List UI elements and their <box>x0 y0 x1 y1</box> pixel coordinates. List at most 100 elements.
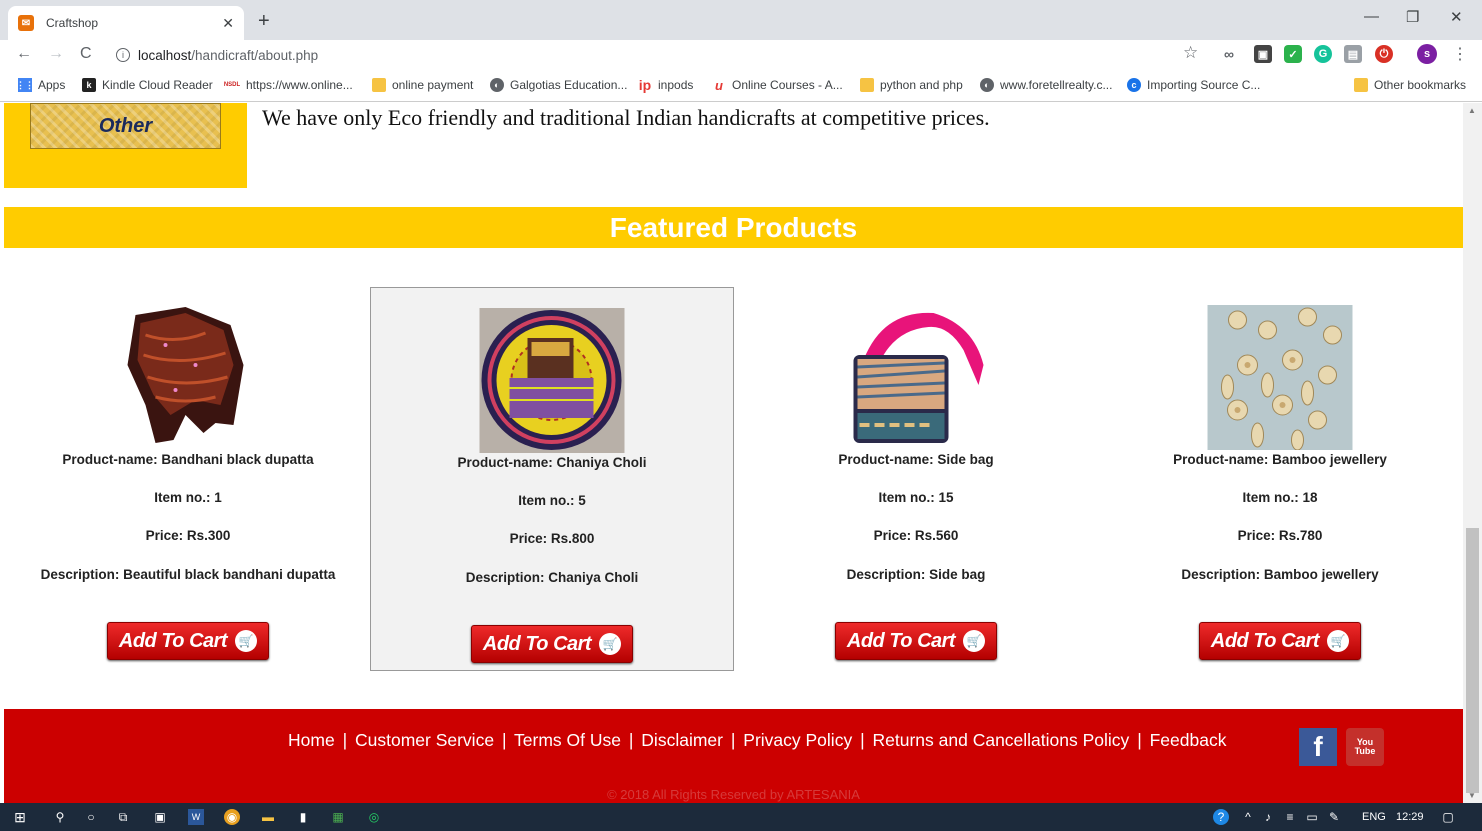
scrollbar-thumb[interactable] <box>1466 528 1479 793</box>
udemy-icon: u <box>715 77 723 93</box>
forward-icon[interactable]: → <box>48 45 64 63</box>
word-icon[interactable]: W <box>188 809 204 825</box>
site-info-icon[interactable]: i <box>116 48 130 62</box>
scroll-down-icon[interactable]: ▼ <box>1468 791 1476 800</box>
bookmark-galgotias[interactable]: ◐ Galgotias Education... <box>490 78 627 92</box>
product-description: Description: Chaniya Choli <box>465 570 639 585</box>
footer-link-customer-service[interactable]: Customer Service <box>355 730 494 750</box>
new-tab-icon[interactable]: + <box>258 10 270 33</box>
footer-link-terms[interactable]: Terms Of Use <box>514 730 621 750</box>
chrome-taskbar-icon[interactable]: ◉ <box>224 809 240 825</box>
windows-start-icon[interactable]: ⊞ <box>12 809 28 825</box>
product-image-bamboo-jewellery[interactable] <box>1207 305 1353 451</box>
search-icon[interactable]: ⚲ <box>52 809 68 825</box>
add-to-cart-button[interactable]: Add To Cart 🛒 <box>1199 622 1361 660</box>
notepad-icon[interactable]: ▮ <box>295 809 311 825</box>
browser-tab[interactable]: ✉ Craftshop ✕ <box>8 6 244 40</box>
back-icon[interactable]: ← <box>16 45 32 63</box>
cart-icon: 🛒 <box>235 630 258 652</box>
battery-icon[interactable]: ▭ <box>1304 809 1320 825</box>
photos-icon[interactable]: ▦ <box>330 809 346 825</box>
bookmark-python-php[interactable]: python and php <box>860 78 963 92</box>
product-description: Description: Side bag <box>846 567 986 582</box>
add-to-cart-button[interactable]: Add To Cart 🛒 <box>835 622 997 660</box>
bookmark-importing-source[interactable]: c Importing Source C... <box>1127 78 1260 92</box>
extension-box-icon[interactable]: ▣ <box>1254 45 1272 63</box>
restore-icon[interactable]: ❐ <box>1406 8 1419 26</box>
bookmark-star-icon[interactable]: ☆ <box>1183 43 1198 63</box>
category-other-button[interactable]: Other <box>30 103 221 149</box>
file-explorer-icon[interactable]: ▬ <box>260 809 276 825</box>
add-to-cart-button[interactable]: Add To Cart 🛒 <box>471 625 633 663</box>
bookmark-online-payment[interactable]: online payment <box>372 78 473 92</box>
extension-doc-icon[interactable]: ▤ <box>1344 45 1362 63</box>
close-tab-icon[interactable]: ✕ <box>222 15 234 32</box>
tray-chevron-icon[interactable]: ^ <box>1240 809 1256 825</box>
doc-icon: c <box>1127 78 1141 92</box>
product-name: Product-name: Side bag <box>838 452 994 467</box>
product-image-side-bag[interactable] <box>844 305 989 450</box>
page-content: Other We have only Eco friendly and trad… <box>4 103 1463 803</box>
facebook-icon[interactable]: f <box>1299 728 1337 766</box>
bookmark-nsdl[interactable]: NSDL https://www.online... <box>224 78 353 92</box>
close-window-icon[interactable]: ✕ <box>1450 8 1463 26</box>
profile-avatar[interactable]: s <box>1417 44 1437 64</box>
clock[interactable]: 12:29 <box>1396 811 1424 823</box>
url-field[interactable]: i localhost/handicraft/about.php <box>106 43 1206 67</box>
windows-taskbar: ⊞ ⚲ ○ ⧉ ▣ W ◉ ▬ ▮ ▦ ◎ ? ^ ♪ ≡ ▭ ✎ ENG 12… <box>0 803 1482 831</box>
pen-icon[interactable]: ✎ <box>1326 809 1342 825</box>
folder-icon <box>860 78 874 92</box>
store-icon[interactable]: ▣ <box>152 809 168 825</box>
youtube-icon[interactable]: You Tube <box>1346 728 1384 766</box>
bookmark-inpods[interactable]: ip inpods <box>638 77 694 93</box>
extension-shield-icon[interactable]: ✓ <box>1284 45 1302 63</box>
copyright-text: © 2018 All Rights Reserved by ARTESANIA <box>607 787 860 802</box>
product-description: Description: Beautiful black bandhani du… <box>40 567 336 582</box>
bookmark-kindle[interactable]: k Kindle Cloud Reader <box>82 78 213 92</box>
footer-link-feedback[interactable]: Feedback <box>1150 730 1227 750</box>
scroll-up-icon[interactable]: ▲ <box>1468 106 1476 115</box>
apps-grid-icon: ⋮⋮ <box>16 78 34 92</box>
notifications-icon[interactable]: ▢ <box>1440 809 1456 825</box>
product-image-dupatta[interactable] <box>116 305 261 450</box>
cortana-icon[interactable]: ○ <box>83 809 99 825</box>
language-indicator[interactable]: ENG <box>1362 811 1386 823</box>
product-card: Product-name: Bandhani black dupatta Ite… <box>6 287 370 671</box>
reload-icon[interactable]: C <box>80 45 92 63</box>
extension-infinity-icon[interactable]: ∞ <box>1220 45 1238 63</box>
whatsapp-icon[interactable]: ◎ <box>366 809 382 825</box>
category-sidebar: Other <box>4 103 247 188</box>
bookmarks-bar: ⋮⋮ Apps k Kindle Cloud Reader NSDL https://… <box>0 70 1482 102</box>
url-host: localhost <box>138 47 192 63</box>
bookmark-apps[interactable]: ⋮⋮ Apps <box>16 78 65 92</box>
bookmark-foretellrealty[interactable]: ◐ www.foretellrealty.c... <box>980 78 1112 92</box>
product-item-no: Item no.: 1 <box>154 490 222 505</box>
task-view-icon[interactable]: ⧉ <box>115 809 131 825</box>
footer-link-disclaimer[interactable]: Disclaimer <box>641 730 723 750</box>
tab-strip: ✉ Craftshop ✕ + — ❐ ✕ <box>0 0 1482 40</box>
page-scrollbar[interactable]: ▲ ▼ <box>1463 103 1482 803</box>
footer-links: Home | Customer Service | Terms Of Use |… <box>288 730 1227 750</box>
product-price: Price: Rs.780 <box>1237 528 1323 543</box>
cart-icon: 🛒 <box>1327 630 1350 652</box>
footer-link-home[interactable]: Home <box>288 730 335 750</box>
footer-link-returns[interactable]: Returns and Cancellations Policy <box>873 730 1130 750</box>
minimize-icon[interactable]: — <box>1364 8 1379 25</box>
menu-kebab-icon[interactable]: ⋮ <box>1452 44 1468 64</box>
extension-power-icon[interactable]: ⏻ <box>1375 45 1393 63</box>
product-price: Price: Rs.560 <box>873 528 959 543</box>
network-icon[interactable]: ≡ <box>1282 809 1298 825</box>
globe-icon: ◐ <box>980 78 994 92</box>
add-to-cart-button[interactable]: Add To Cart 🛒 <box>107 622 269 660</box>
bookmark-other-bookmarks[interactable]: Other bookmarks <box>1354 78 1466 92</box>
bookmark-online-courses[interactable]: u Online Courses - A... <box>712 77 843 93</box>
product-card: Product-name: Chaniya Choli Item no.: 5 … <box>370 287 734 671</box>
browser-chrome: ✉ Craftshop ✕ + — ❐ ✕ ← → C i localhost /… <box>0 0 1482 102</box>
about-text: We have only Eco friendly and traditiona… <box>262 105 990 130</box>
grammarly-icon[interactable]: G <box>1314 45 1332 63</box>
product-name: Product-name: Bamboo jewellery <box>1173 452 1387 467</box>
help-icon[interactable]: ? <box>1213 809 1229 825</box>
volume-icon[interactable]: ♪ <box>1260 809 1276 825</box>
footer-link-privacy[interactable]: Privacy Policy <box>743 730 852 750</box>
product-image-chaniya-choli[interactable] <box>479 308 625 453</box>
